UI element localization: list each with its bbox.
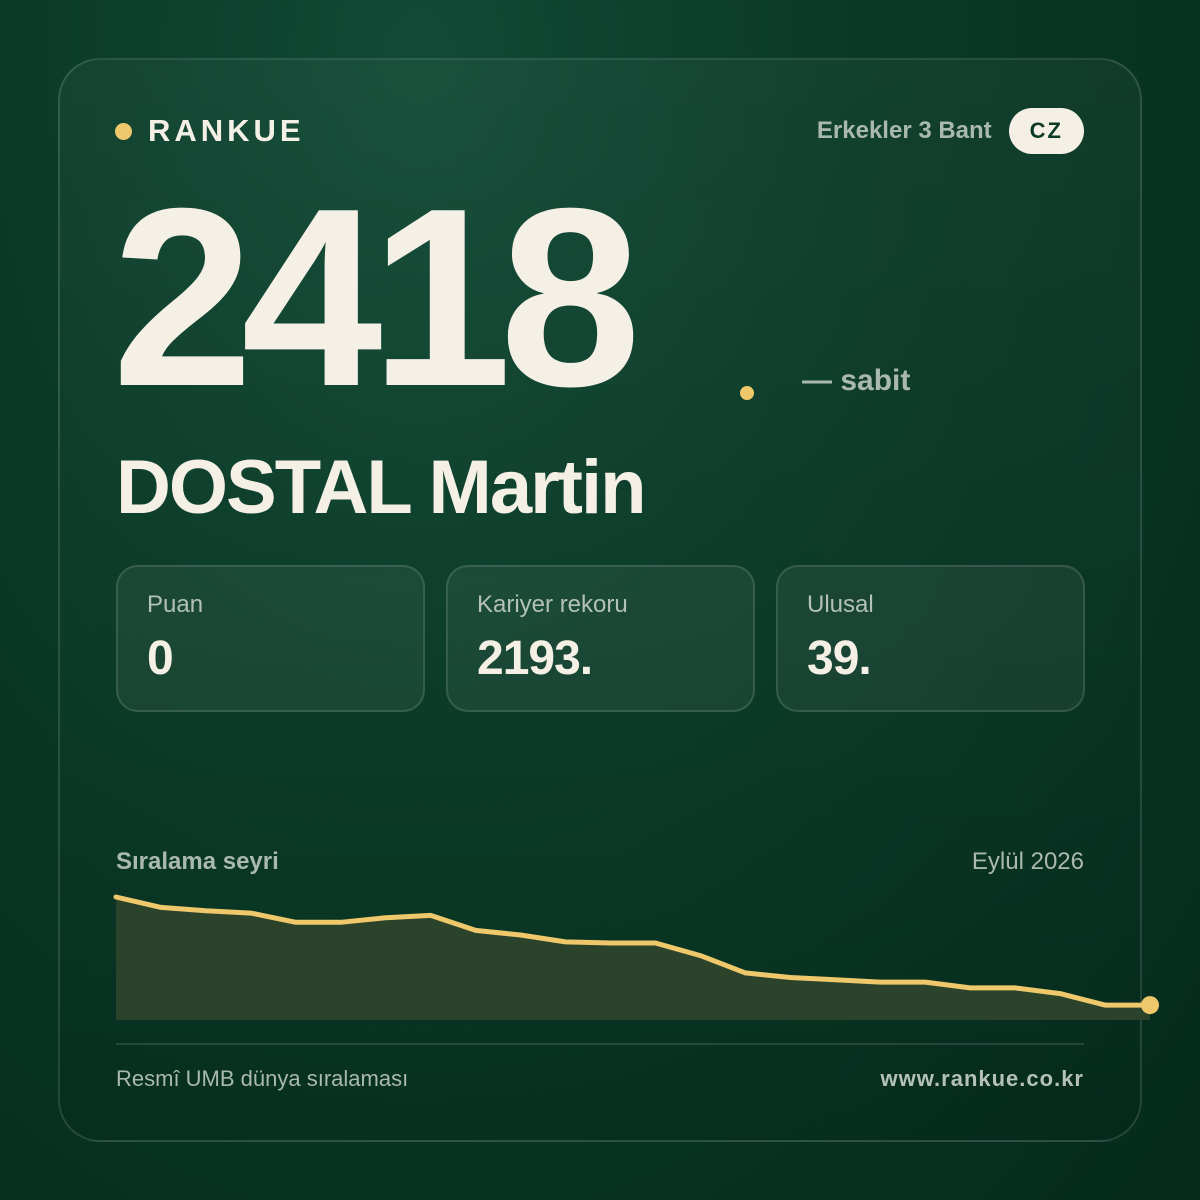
rank-change: — sabit xyxy=(802,364,911,397)
footer-divider xyxy=(116,1043,1084,1045)
brand-name: RANKUE xyxy=(148,113,305,148)
stat-value: 2193. xyxy=(477,632,593,685)
rank-dot-icon xyxy=(740,386,754,400)
stat-value: 0 xyxy=(147,632,174,685)
category-label: Erkekler 3 Bant xyxy=(816,117,992,144)
stat-label: Puan xyxy=(147,591,204,618)
rank-number: 2418 xyxy=(112,155,641,439)
footer-url[interactable]: www.rankue.co.kr xyxy=(881,1066,1084,1092)
trend-title: Sıralama seyri xyxy=(116,848,279,875)
stat-card-points: Puan 0 xyxy=(116,565,425,712)
country-badge: CZ xyxy=(1008,108,1084,154)
trend-date: Eylül 2026 xyxy=(971,848,1084,875)
stat-card-career-best: Kariyer rekoru 2193. xyxy=(446,565,755,712)
chart-current-point xyxy=(1141,996,1159,1015)
stat-value: 39. xyxy=(807,632,872,685)
stat-card-national: Ulusal 39. xyxy=(776,565,1085,712)
header-meta: Erkekler 3 Bant CZ xyxy=(817,108,1084,154)
stat-label: Kariyer rekoru xyxy=(477,591,628,618)
stat-label: Ulusal xyxy=(807,591,874,618)
footer-source: Resmî UMB dünya sıralaması xyxy=(116,1066,409,1091)
brand-logo: RANKUE xyxy=(115,113,305,149)
brand-dot-icon xyxy=(115,122,132,140)
player-name: DOSTAL Martin xyxy=(116,445,647,530)
